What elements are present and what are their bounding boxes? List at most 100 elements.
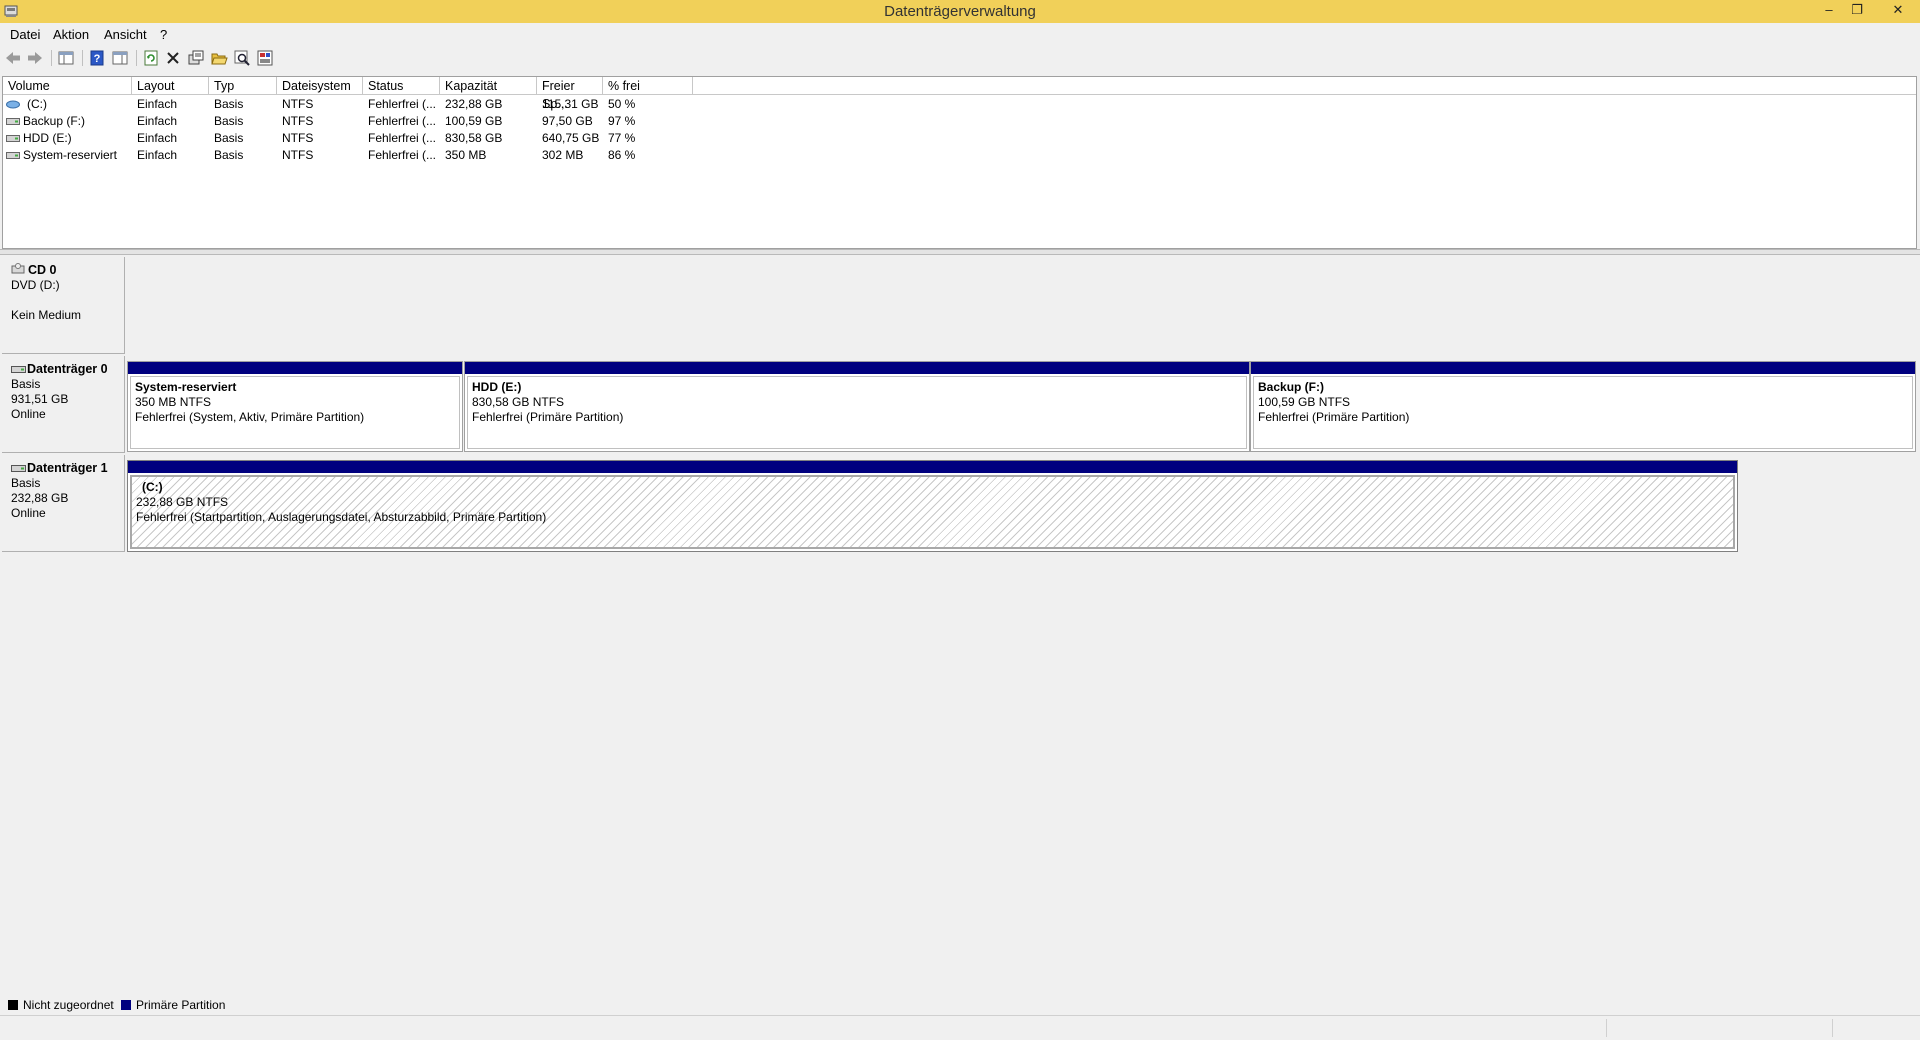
partition-status: Fehlerfrei (System, Aktiv, Primäre Parti… — [135, 410, 365, 424]
system-drive-icon — [6, 100, 20, 109]
disk-name: Datenträger 1 — [27, 461, 108, 475]
rescan-disks-icon[interactable] — [256, 49, 274, 67]
volume-filesystem: NTFS — [282, 131, 314, 145]
volume-name: System-reserviert — [23, 148, 118, 162]
forward-icon[interactable] — [26, 49, 44, 67]
volume-status: Fehlerfrei (... — [368, 131, 437, 145]
disk-name: Datenträger 0 — [27, 362, 108, 376]
volume-capacity: 830,58 GB — [445, 131, 503, 145]
disk-size: 232,88 GB — [11, 491, 69, 505]
partition-size: 232,88 GB NTFS — [136, 495, 229, 509]
partition-size: 830,58 GB NTFS — [472, 395, 565, 409]
refresh-icon[interactable] — [142, 49, 160, 67]
menu-bar: Datei Aktion Ansicht ? — [0, 23, 1920, 44]
menu-ansicht[interactable]: Ansicht — [104, 27, 147, 42]
volume-layout: Einfach — [137, 114, 178, 128]
column-header-typ[interactable]: Typ — [209, 77, 277, 95]
open-icon[interactable] — [210, 49, 228, 67]
menu-datei[interactable]: Datei — [10, 27, 40, 42]
disk-state: Online — [11, 407, 46, 421]
minimize-button[interactable]: – — [1814, 0, 1844, 20]
properties-icon[interactable] — [187, 49, 205, 67]
column-header-prozent-frei[interactable]: % frei — [603, 77, 693, 95]
primary-partition-bar — [128, 362, 462, 374]
partition-status: Fehlerfrei (Startpartition, Auslagerungs… — [136, 510, 547, 524]
volume-percent-free: 50 % — [608, 97, 636, 111]
delete-icon[interactable] — [164, 49, 182, 67]
partition-name: (C:) — [142, 480, 163, 494]
restore-button[interactable]: ❐ — [1842, 0, 1872, 20]
volume-layout: Einfach — [137, 131, 178, 145]
primary-partition-bar — [465, 362, 1249, 374]
partition-c[interactable]: (C:) 232,88 GB NTFS Fehlerfrei (Startpar… — [127, 460, 1738, 552]
volume-status: Fehlerfrei (... — [368, 114, 437, 128]
partition-hdd-e[interactable]: HDD (E:) 830,58 GB NTFS Fehlerfrei (Prim… — [464, 361, 1250, 452]
disk-label-disk0[interactable]: Datenträger 0 Basis 931,51 GB Online — [2, 356, 125, 453]
volume-percent-free: 86 % — [608, 148, 636, 162]
volume-type: Basis — [214, 148, 244, 162]
volume-name: HDD (E:) — [23, 131, 72, 145]
menu-help[interactable]: ? — [160, 27, 167, 42]
disk-media-state: Kein Medium — [11, 308, 82, 322]
status-bar-separator — [1606, 1019, 1607, 1037]
disk-type: Basis — [11, 377, 41, 391]
column-header-freier-speicher[interactable]: Freier Sp... — [537, 77, 603, 111]
partition-name: System-reserviert — [135, 380, 237, 394]
partition-status: Fehlerfrei (Primäre Partition) — [1258, 410, 1410, 424]
table-row[interactable]: HDD (E:) Einfach Basis NTFS Fehlerfrei (… — [3, 130, 703, 147]
volume-free-space: 115,31 GB — [542, 97, 599, 111]
column-header-dateisystem[interactable]: Dateisystem — [277, 77, 363, 95]
volume-type: Basis — [214, 97, 244, 111]
volume-free-space: 97,50 GB — [542, 114, 593, 128]
volume-name: (C:) — [27, 97, 47, 111]
partition-name: Backup (F:) — [1258, 380, 1324, 394]
console-tree-icon[interactable] — [57, 49, 75, 67]
disk-state: Online — [11, 506, 46, 520]
column-header-status[interactable]: Status — [363, 77, 440, 95]
table-row[interactable]: System-reserviert Einfach Basis NTFS Feh… — [3, 147, 703, 164]
disk-label-cd0[interactable]: CD 0 DVD (D:) Kein Medium — [2, 257, 125, 354]
volume-layout: Einfach — [137, 97, 178, 111]
partition-system-reserved[interactable]: System-reserviert 350 MB NTFS Fehlerfrei… — [127, 361, 463, 452]
legend-label-unallocated: Nicht zugeordnet — [23, 998, 114, 1012]
volume-free-space: 302 MB — [542, 148, 584, 162]
search-icon[interactable] — [233, 49, 251, 67]
disk-icon — [11, 366, 26, 373]
status-bar — [0, 1015, 1920, 1040]
toolbar-separator — [82, 50, 83, 66]
table-row[interactable]: (C:) Einfach Basis NTFS Fehlerfrei (... … — [3, 96, 703, 113]
partition-status: Fehlerfrei (Primäre Partition) — [472, 410, 624, 424]
partition-name: HDD (E:) — [472, 380, 522, 394]
primary-partition-bar — [1251, 362, 1915, 374]
column-header-filler — [693, 77, 1916, 95]
column-header-layout[interactable]: Layout — [132, 77, 209, 95]
disk-name: CD 0 — [28, 263, 57, 277]
volume-layout: Einfach — [137, 148, 178, 162]
disk-drive: DVD (D:) — [11, 278, 60, 292]
toolbar-separator — [51, 50, 52, 66]
svg-text:?: ? — [94, 53, 101, 65]
volume-percent-free: 97 % — [608, 114, 636, 128]
menu-aktion[interactable]: Aktion — [53, 27, 89, 42]
close-button[interactable]: ✕ — [1880, 0, 1916, 20]
volume-type: Basis — [214, 114, 244, 128]
help-icon[interactable]: ? — [88, 49, 106, 67]
volume-capacity: 100,59 GB — [445, 114, 503, 128]
volume-filesystem: NTFS — [282, 148, 314, 162]
drive-icon — [6, 135, 20, 142]
partition-backup-f[interactable]: Backup (F:) 100,59 GB NTFS Fehlerfrei (P… — [1250, 361, 1916, 452]
column-header-kapazitaet[interactable]: Kapazität — [440, 77, 537, 95]
disk-label-disk1[interactable]: Datenträger 1 Basis 232,88 GB Online — [2, 455, 125, 552]
properties-panel-icon[interactable] — [111, 49, 129, 67]
toolbar: ? — [0, 45, 1920, 72]
volume-type: Basis — [214, 131, 244, 145]
back-icon[interactable] — [4, 49, 22, 67]
column-header-volume[interactable]: Volume — [3, 77, 132, 95]
volume-free-space: 640,75 GB — [542, 131, 600, 145]
drive-icon — [6, 152, 20, 159]
volume-name: Backup (F:) — [23, 114, 86, 128]
disk-icon — [11, 465, 26, 472]
pane-splitter[interactable] — [0, 249, 1920, 255]
table-row[interactable]: Backup (F:) Einfach Basis NTFS Fehlerfre… — [3, 113, 703, 130]
cd0-area — [125, 257, 1917, 354]
